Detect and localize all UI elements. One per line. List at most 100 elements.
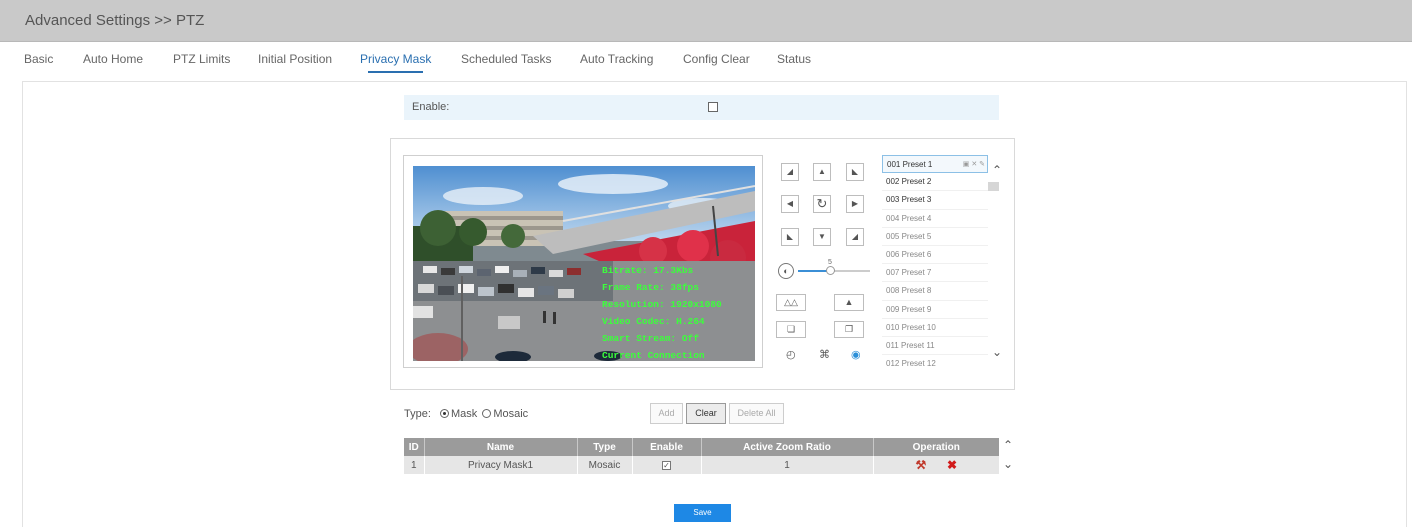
pan-left-button[interactable]: ◀ [781, 195, 799, 213]
enable-checkbox[interactable] [708, 102, 718, 112]
pan-up-right-button[interactable]: ◣ [846, 163, 864, 181]
cell-type: Mosaic [577, 456, 633, 474]
enable-label: Enable: [412, 101, 450, 113]
save-button[interactable]: Save [674, 504, 731, 522]
preset-item[interactable]: 006 Preset 6 [882, 246, 988, 265]
focus-near-button[interactable]: ❏ [776, 321, 806, 338]
preset-label: 006 Preset 6 [886, 249, 932, 259]
cell-operation: ⚒ ✖ [873, 456, 999, 474]
tab-auto-home[interactable]: Auto Home [83, 52, 143, 66]
speed-icon: ◐ [778, 263, 794, 279]
pan-up-button[interactable]: ▲ [813, 163, 831, 181]
osd-smart-stream: Smart Stream: Off [602, 333, 699, 344]
column-header: Enable [632, 438, 702, 456]
page-header: Advanced Settings >> PTZ [0, 0, 1412, 42]
preset-label: 004 Preset 4 [886, 213, 932, 223]
tab-config-clear[interactable]: Config Clear [683, 52, 750, 66]
focus-far-button[interactable]: ❐ [834, 321, 864, 338]
pan-right-button[interactable]: ▶ [846, 195, 864, 213]
preset-label: 011 Preset 11 [886, 340, 935, 350]
cell-id: 1 [404, 456, 425, 474]
preset-label: 009 Preset 9 [886, 304, 932, 314]
tab-ptz-limits[interactable]: PTZ Limits [173, 52, 230, 66]
cell-name: Privacy Mask1 [424, 456, 578, 474]
mask-radio[interactable] [439, 409, 449, 418]
preset-label: 003 Preset 3 [886, 195, 932, 205]
preset-item[interactable]: 002 Preset 2 [882, 173, 988, 192]
table-chevron-down-icon[interactable]: ⌄ [1003, 457, 1013, 471]
timer-icon[interactable]: ◴ [786, 348, 796, 361]
preset-item[interactable]: 012 Preset 12 [882, 355, 988, 370]
preset-item[interactable]: 008 Preset 8 [882, 282, 988, 301]
osd-frame-rate: Frame Rate: 38fps [602, 282, 699, 293]
osd-video-codec: Video Codec: H.264 [602, 316, 705, 327]
preset-item[interactable]: 011 Preset 11 [882, 337, 988, 356]
cell-zoom: 1 [701, 456, 874, 474]
preset-label: 008 Preset 8 [886, 286, 932, 296]
column-header: ID [404, 438, 425, 456]
osd-resolution: Resolution: 1920x1080 [602, 299, 722, 310]
delete-all-button[interactable]: Delete All [729, 403, 784, 424]
preset-item[interactable]: 004 Preset 4 [882, 210, 988, 228]
column-header: Active Zoom Ratio [701, 438, 874, 456]
tab-status[interactable]: Status [777, 52, 811, 66]
osd-bitrate: Bitrate: 17.3Kbs [602, 265, 694, 276]
settings-icon[interactable]: ◉ [851, 348, 861, 361]
preset-label: 012 Preset 12 [886, 359, 936, 369]
crop-icon[interactable]: ⌘ [819, 348, 830, 361]
pan-down-left-button[interactable]: ◣ [781, 228, 799, 246]
pan-up-left-button[interactable]: ◢ [781, 163, 799, 181]
preset-item[interactable]: 009 Preset 9 [882, 301, 988, 319]
tab-bar: Basic Auto Home PTZ Limits Initial Posit… [0, 42, 1412, 76]
preset-item[interactable]: 001 Preset 1 ▣ ✕ ✎ [882, 155, 988, 174]
table-row[interactable]: 1 Privacy Mask1 Mosaic ✓ 1 ⚒ ✖ [404, 456, 999, 474]
preset-label: 005 Preset 5 [886, 231, 932, 241]
osd-connection: Current Connection [602, 350, 705, 361]
preset-label: 001 Preset 1 [887, 160, 933, 169]
mosaic-radio-label: Mosaic [493, 408, 529, 420]
tab-basic[interactable]: Basic [24, 52, 53, 66]
preset-label: 010 Preset 10 [886, 322, 936, 332]
table-header-row: ID Name Type Enable Active Zoom Ratio Op… [404, 438, 999, 456]
zoom-out-button[interactable]: △△ [776, 294, 806, 311]
mask-radio-label: Mask [450, 408, 478, 420]
tab-scheduled-tasks[interactable]: Scheduled Tasks [461, 52, 552, 66]
cell-enable: ✓ [632, 456, 702, 474]
preset-item[interactable]: 007 Preset 7 [882, 264, 988, 283]
preset-label: 002 Preset 2 [886, 177, 932, 187]
speed-value: 5 [828, 259, 832, 266]
type-label: Type: [404, 408, 431, 420]
preset-ops-icons[interactable]: ▣ ✕ ✎ [963, 156, 985, 174]
speed-slider[interactable] [798, 266, 870, 275]
column-header: Name [424, 438, 578, 456]
preset-scrollbar[interactable] [988, 155, 1000, 370]
mosaic-radio[interactable] [482, 409, 492, 418]
zoom-in-button[interactable]: ▲ [834, 294, 864, 311]
preset-item[interactable]: 003 Preset 3 [882, 191, 988, 210]
preset-item[interactable]: 010 Preset 10 [882, 319, 988, 337]
row-enable-checkbox[interactable]: ✓ [662, 460, 671, 470]
preset-scroll-thumb[interactable] [988, 182, 999, 191]
video-osd: Bitrate: 17.3Kbs Frame Rate: 38fps Resol… [602, 262, 722, 364]
privacy-mask-table: ID Name Type Enable Active Zoom Ratio Op… [404, 438, 999, 474]
pan-down-button[interactable]: ▼ [813, 228, 831, 246]
table-chevron-up-icon[interactable]: ⌃ [1003, 438, 1013, 452]
chevron-up-icon[interactable]: ⌃ [992, 163, 1002, 177]
pan-down-right-button[interactable]: ◢ [846, 228, 864, 246]
preset-item[interactable]: 005 Preset 5 [882, 228, 988, 246]
tab-initial-position[interactable]: Initial Position [258, 52, 332, 66]
type-row: Type: Mask Mosaic [404, 408, 528, 420]
auto-scan-button[interactable]: ↻ [813, 195, 831, 213]
preset-label: 007 Preset 7 [886, 268, 932, 278]
clear-button[interactable]: Clear [686, 403, 726, 424]
delete-icon[interactable]: ✖ [947, 458, 957, 472]
page-title: Advanced Settings >> PTZ [25, 12, 205, 29]
preset-list: 001 Preset 1 ▣ ✕ ✎ 002 Preset 2 003 Prese… [882, 155, 988, 370]
add-button[interactable]: Add [650, 403, 683, 424]
tab-auto-tracking[interactable]: Auto Tracking [580, 52, 653, 66]
edit-icon[interactable]: ⚒ [915, 458, 926, 472]
column-header: Operation [873, 438, 999, 456]
tab-privacy-mask[interactable]: Privacy Mask [360, 52, 431, 73]
chevron-down-icon[interactable]: ⌄ [992, 345, 1002, 359]
enable-row: Enable: [404, 95, 999, 120]
